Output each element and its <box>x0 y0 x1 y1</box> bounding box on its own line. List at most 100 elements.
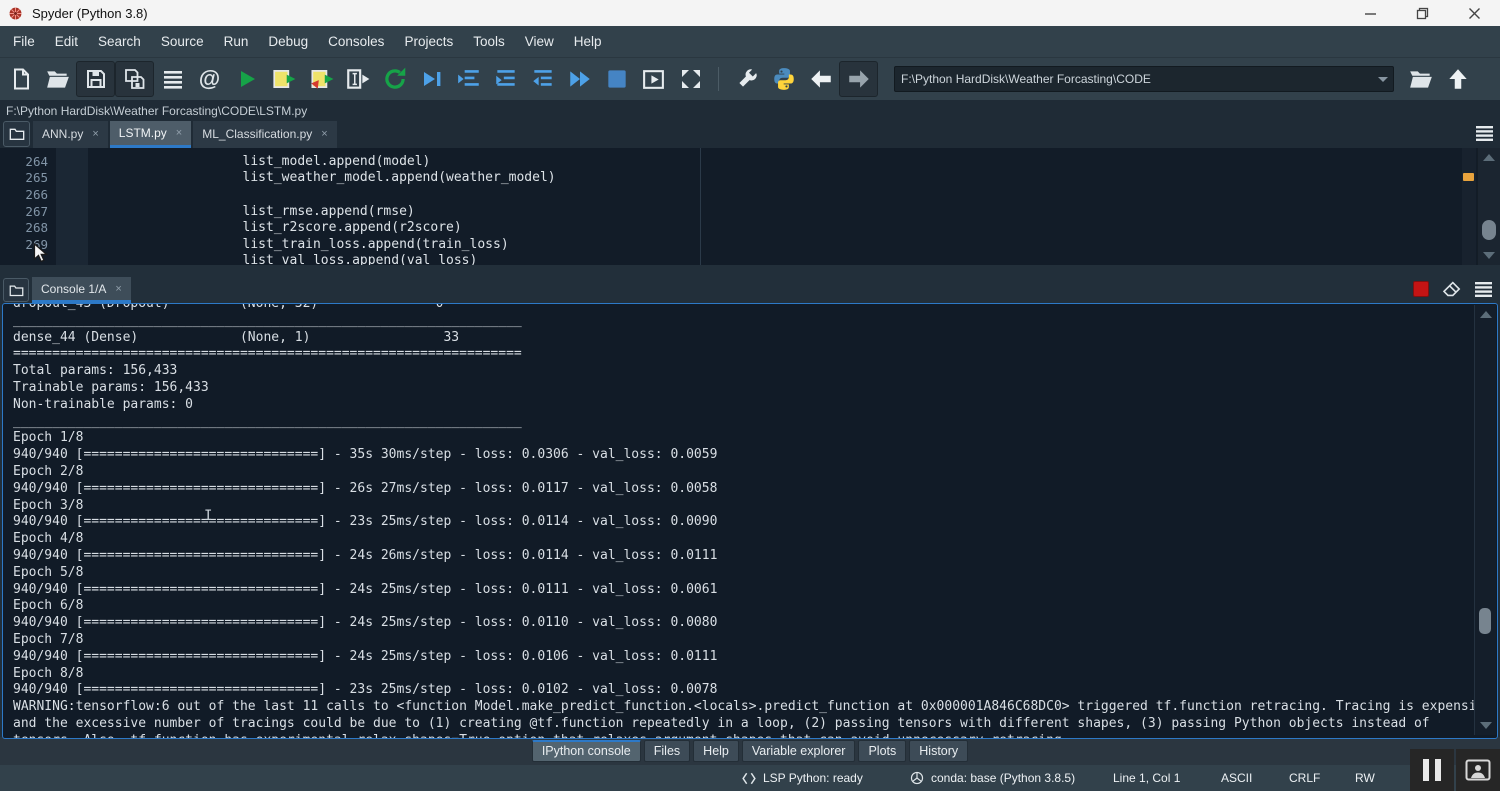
minimize-button[interactable] <box>1344 0 1396 26</box>
file-switcher-button[interactable] <box>154 62 191 96</box>
tab-console-1a[interactable]: Console 1/A × <box>32 277 131 303</box>
python-logo-icon <box>771 66 797 92</box>
debug-file-button[interactable] <box>413 62 450 96</box>
conda-icon <box>910 771 924 785</box>
close-button[interactable] <box>1448 0 1500 26</box>
scroll-up-icon[interactable] <box>1483 154 1495 161</box>
parent-directory-button[interactable] <box>1439 62 1476 96</box>
step-into-button[interactable] <box>487 62 524 96</box>
run-selection-button[interactable] <box>339 62 376 96</box>
tab-plots[interactable]: Plots <box>858 740 906 763</box>
interrupt-kernel-button[interactable] <box>1413 281 1429 297</box>
menu-file[interactable]: File <box>3 34 45 49</box>
lsp-icon <box>742 772 756 785</box>
scroll-up-icon[interactable] <box>1480 311 1492 318</box>
menu-consoles[interactable]: Consoles <box>318 34 394 49</box>
open-file-button[interactable] <box>39 62 76 96</box>
scroll-down-icon[interactable] <box>1480 722 1492 729</box>
tab-ml-classification-py[interactable]: ML_Classification.py × <box>193 121 336 148</box>
step-return-button[interactable] <box>524 62 561 96</box>
menu-tools[interactable]: Tools <box>463 34 515 49</box>
maximize-pane-button[interactable] <box>635 62 672 96</box>
new-file-button[interactable] <box>2 62 39 96</box>
browse-directory-button[interactable] <box>1402 62 1439 96</box>
close-tab-icon[interactable]: × <box>176 127 182 139</box>
editor-scrollbar-thumb[interactable] <box>1482 220 1496 240</box>
editor-scrollbar[interactable] <box>1477 148 1500 265</box>
run-cell-button[interactable] <box>265 62 302 96</box>
console-line: Epoch 1/8 <box>13 430 1492 447</box>
tab-label: ML_Classification.py <box>202 127 312 141</box>
console-options-button[interactable] <box>1475 282 1492 297</box>
menu-help[interactable]: Help <box>564 34 612 49</box>
console-line: Epoch 5/8 <box>13 565 1492 582</box>
working-directory-input[interactable] <box>894 66 1394 92</box>
at-symbol-icon: @ <box>199 68 220 90</box>
console-browse-tabs-button[interactable] <box>3 278 29 302</box>
console-line: Total params: 156,433 <box>13 363 1492 380</box>
scroll-down-icon[interactable] <box>1483 252 1495 259</box>
menu-run[interactable]: Run <box>214 34 259 49</box>
editor-options-button[interactable] <box>1476 126 1493 146</box>
step-over-button[interactable] <box>450 62 487 96</box>
step-over-icon <box>456 66 482 92</box>
menu-view[interactable]: View <box>515 34 564 49</box>
menu-search[interactable]: Search <box>88 34 151 49</box>
console-line: 940/940 [==============================]… <box>13 481 1492 498</box>
tab-ipython-console[interactable]: IPython console <box>532 740 641 763</box>
console-line: and the excessive number of tracings cou… <box>13 716 1492 733</box>
tab-lstm-py[interactable]: LSTM.py × <box>110 121 191 148</box>
console-line: Epoch 2/8 <box>13 464 1492 481</box>
editor-browse-tabs-button[interactable] <box>3 121 30 147</box>
run-file-button[interactable] <box>228 62 265 96</box>
run-cell-advance-button[interactable] <box>302 62 339 96</box>
remove-variables-button[interactable] <box>1442 281 1462 297</box>
console-line: Non-trainable params: 0 <box>13 397 1492 414</box>
save-button[interactable] <box>76 61 115 97</box>
console-line: 940/940 [==============================]… <box>13 447 1492 464</box>
code-editor[interactable]: 264 list_model.append(model) 265 list_we… <box>0 148 1500 265</box>
tab-variable-explorer[interactable]: Variable explorer <box>742 740 856 763</box>
editor-tab-bar: ANN.py × LSTM.py × ML_Classification.py … <box>0 121 1500 148</box>
restore-button[interactable] <box>1396 0 1448 26</box>
debug-fastforward-button[interactable] <box>561 62 598 96</box>
tab-history[interactable]: History <box>909 740 968 763</box>
save-all-button[interactable] <box>115 61 154 97</box>
navigate-back-button[interactable] <box>802 62 839 96</box>
symbol-finder-button[interactable]: @ <box>191 62 228 96</box>
menu-source[interactable]: Source <box>151 34 214 49</box>
console-scrollbar[interactable] <box>1474 305 1496 735</box>
spyder-window: Spyder (Python 3.8) File Edit Search Sou… <box>0 0 1500 791</box>
portrait-icon <box>1465 759 1491 781</box>
close-tab-icon[interactable]: × <box>321 128 327 140</box>
pause-button[interactable] <box>1410 749 1454 791</box>
spyder-logo-icon <box>8 6 23 21</box>
tab-help[interactable]: Help <box>693 740 739 763</box>
code-text: list_r2score.append(r2score) <box>48 220 462 235</box>
cursor-position: Line 1, Col 1 <box>1113 771 1180 785</box>
code-line: 269 list_train_loss.append(train_loss) <box>0 236 556 253</box>
close-tab-icon[interactable]: × <box>115 283 121 295</box>
open-dir-icon <box>1408 66 1434 92</box>
preferences-button[interactable] <box>728 62 765 96</box>
tab-ann-py[interactable]: ANN.py × <box>33 121 108 148</box>
close-tab-icon[interactable]: × <box>92 128 98 140</box>
console-line: Epoch 4/8 <box>13 531 1492 548</box>
python-path-button[interactable] <box>765 62 802 96</box>
ipython-console-output[interactable]: dropout_43 (Dropout) (None, 32) 0 ______… <box>2 303 1498 739</box>
status-bar: LSP Python: ready conda: base (Python 3.… <box>0 765 1500 791</box>
console-scrollbar-thumb[interactable] <box>1479 608 1491 634</box>
tab-files[interactable]: Files <box>644 740 690 763</box>
menu-debug[interactable]: Debug <box>258 34 318 49</box>
console-line: Epoch 6/8 <box>13 598 1492 615</box>
picture-in-picture-button[interactable] <box>1456 749 1500 791</box>
debug-stop-button[interactable] <box>598 62 635 96</box>
navigate-forward-button[interactable] <box>839 61 878 97</box>
line-number: 266 <box>0 187 48 202</box>
menu-projects[interactable]: Projects <box>394 34 463 49</box>
chevron-down-icon[interactable] <box>1378 77 1388 82</box>
menu-edit[interactable]: Edit <box>45 34 88 49</box>
console-tab-bar: Console 1/A × <box>0 278 1500 303</box>
fullscreen-button[interactable] <box>672 62 709 96</box>
rerun-cell-button[interactable] <box>376 62 413 96</box>
